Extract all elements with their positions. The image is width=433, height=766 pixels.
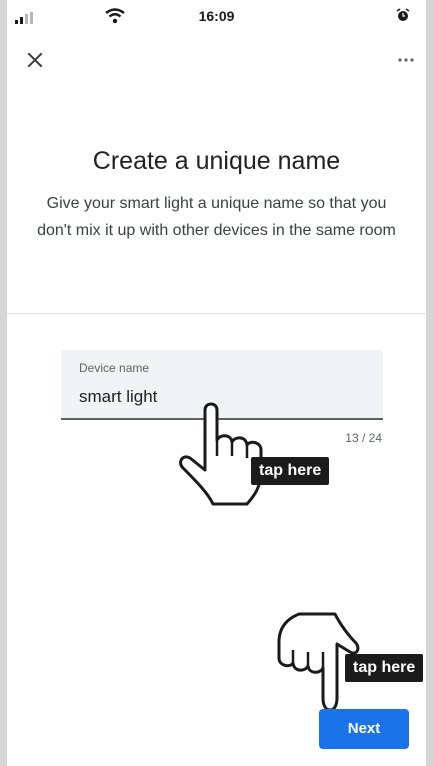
- field-label: Device name: [79, 361, 150, 375]
- device-name-input[interactable]: smart light: [79, 387, 157, 407]
- pointing-hand-icon: [179, 402, 263, 506]
- tap-here-tooltip: tap here: [345, 654, 424, 682]
- status-time: 16:09: [198, 8, 235, 24]
- phone-screen: 16:09 Create a unique name Give your sma…: [7, 0, 426, 766]
- next-button[interactable]: Next: [319, 709, 409, 749]
- page-title: Create a unique name: [92, 147, 341, 175]
- status-bar: 16:09: [7, 0, 426, 34]
- close-icon[interactable]: [23, 48, 47, 72]
- divider: [7, 313, 426, 314]
- character-counter: 13 / 24: [345, 431, 382, 445]
- tap-here-tooltip: tap here: [251, 457, 330, 485]
- page-description: Give your smart light a unique name so t…: [37, 195, 396, 239]
- more-options-icon[interactable]: [394, 48, 418, 72]
- alarm-clock-icon: [396, 8, 410, 21]
